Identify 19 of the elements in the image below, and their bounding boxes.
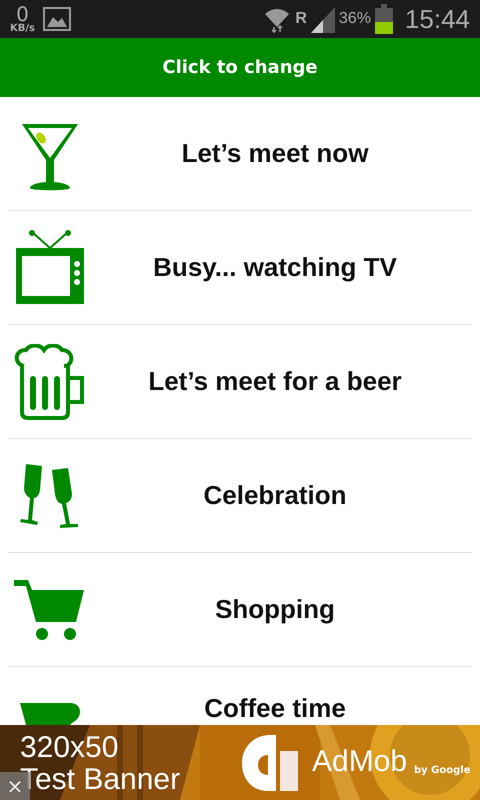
ad-size-text: 320x50 bbox=[20, 733, 118, 763]
ad-brand-text: AdMob bbox=[312, 747, 408, 777]
battery-percentage: 36% bbox=[338, 9, 371, 29]
status-option[interactable]: Busy... watching TV bbox=[8, 211, 472, 325]
network-speed-value: 0 bbox=[16, 4, 29, 24]
clock-time: 15:44 bbox=[404, 2, 470, 36]
roaming-indicator: R bbox=[295, 9, 307, 29]
status-option[interactable]: Let’s meet now bbox=[8, 97, 472, 211]
image-notification-icon bbox=[42, 7, 71, 32]
admob-logo-icon bbox=[242, 735, 298, 791]
status-option[interactable]: Celebration bbox=[8, 439, 472, 553]
status-option[interactable]: Coffee time bbox=[8, 667, 472, 725]
change-status-button[interactable]: Click to change bbox=[162, 54, 318, 81]
signal-icon bbox=[310, 5, 335, 33]
battery-icon bbox=[374, 4, 393, 34]
network-speed-unit: KB/s bbox=[10, 24, 35, 34]
status-option[interactable]: Let’s meet for a beer bbox=[8, 325, 472, 439]
ad-byline-text: by Google bbox=[414, 764, 470, 778]
status-option[interactable]: Shopping bbox=[8, 553, 472, 667]
